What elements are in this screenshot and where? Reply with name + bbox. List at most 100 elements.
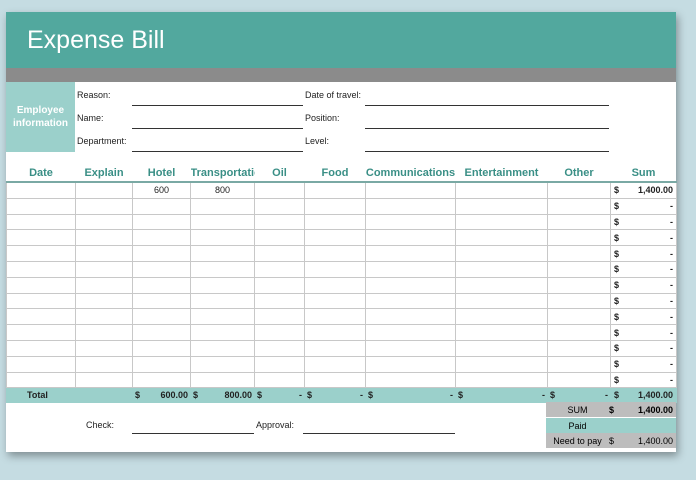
table-cell[interactable] [75,245,133,262]
table-cell[interactable] [254,260,305,278]
check-field[interactable] [132,433,254,434]
table-cell[interactable] [547,355,611,373]
table-cell[interactable] [455,260,548,278]
table-cell[interactable] [132,339,191,357]
table-cell[interactable] [365,229,456,247]
table-cell[interactable] [547,308,611,326]
table-cell[interactable] [132,276,191,294]
table-cell[interactable] [6,292,76,310]
table-cell[interactable] [304,308,366,326]
table-cell[interactable] [254,324,305,341]
table-cell[interactable] [6,229,76,247]
department-field[interactable] [132,151,303,152]
table-cell[interactable] [455,229,548,247]
table-cell[interactable] [365,245,456,262]
table-cell[interactable] [75,292,133,310]
table-cell[interactable] [190,371,255,389]
table-cell[interactable] [254,355,305,373]
table-cell[interactable] [304,339,366,357]
table-cell[interactable] [304,229,366,247]
table-cell[interactable] [304,355,366,373]
table-cell[interactable] [132,197,191,215]
table-cell[interactable] [304,324,366,341]
table-cell[interactable] [365,339,456,357]
table-cell[interactable] [75,308,133,326]
table-cell[interactable] [455,245,548,262]
table-cell[interactable] [190,197,255,215]
table-cell[interactable] [132,355,191,373]
table-cell[interactable] [304,276,366,294]
table-cell[interactable] [190,355,255,373]
table-cell[interactable] [75,324,133,341]
table-cell[interactable] [254,308,305,326]
table-cell[interactable] [132,213,191,231]
table-cell[interactable] [190,339,255,357]
table-cell[interactable] [455,355,548,373]
table-cell[interactable] [75,229,133,247]
position-field[interactable] [365,128,609,129]
table-cell[interactable] [75,197,133,215]
table-cell[interactable] [190,213,255,231]
table-cell[interactable] [254,197,305,215]
table-cell[interactable] [132,371,191,389]
table-cell[interactable] [132,245,191,262]
table-cell[interactable] [547,276,611,294]
table-cell[interactable] [6,308,76,326]
table-cell[interactable] [254,213,305,231]
table-cell[interactable] [365,213,456,231]
table-cell[interactable] [547,260,611,278]
table-cell[interactable] [455,371,548,389]
table-cell[interactable] [304,260,366,278]
table-cell[interactable] [254,339,305,357]
table-cell[interactable] [455,197,548,215]
table-cell[interactable] [365,197,456,215]
table-cell[interactable] [304,181,366,199]
table-cell[interactable] [6,371,76,389]
table-cell[interactable] [254,181,305,199]
table-cell[interactable] [75,371,133,389]
table-cell[interactable] [455,324,548,341]
table-cell[interactable] [547,339,611,357]
table-cell[interactable] [304,197,366,215]
table-cell[interactable] [365,355,456,373]
table-cell[interactable] [75,276,133,294]
table-cell[interactable] [190,292,255,310]
table-cell[interactable] [190,245,255,262]
table-cell[interactable] [304,292,366,310]
table-cell[interactable] [6,181,76,199]
paid-row[interactable]: Paid [546,418,676,433]
table-cell[interactable] [455,276,548,294]
table-cell[interactable] [75,260,133,278]
table-cell[interactable] [547,229,611,247]
table-cell[interactable] [304,245,366,262]
name-field[interactable] [132,128,303,129]
table-cell[interactable] [6,213,76,231]
table-cell[interactable] [304,213,366,231]
table-cell[interactable] [304,371,366,389]
table-cell[interactable] [254,245,305,262]
table-cell[interactable] [455,292,548,310]
table-cell[interactable] [365,292,456,310]
table-cell[interactable] [254,276,305,294]
table-cell[interactable] [6,355,76,373]
table-cell[interactable] [190,324,255,341]
table-cell[interactable] [132,324,191,341]
table-cell[interactable] [547,181,611,199]
table-cell[interactable] [547,324,611,341]
table-cell[interactable] [365,276,456,294]
table-cell[interactable]: 800 [190,181,255,199]
table-cell[interactable] [547,245,611,262]
table-cell[interactable] [547,213,611,231]
table-cell[interactable] [132,308,191,326]
table-cell[interactable] [365,308,456,326]
table-cell[interactable] [75,355,133,373]
table-cell[interactable] [455,339,548,357]
table-cell[interactable] [6,276,76,294]
table-cell[interactable] [547,292,611,310]
table-cell[interactable] [365,371,456,389]
table-cell[interactable] [190,276,255,294]
table-cell[interactable] [190,308,255,326]
table-cell[interactable] [455,181,548,199]
table-cell[interactable] [547,197,611,215]
table-cell[interactable] [6,339,76,357]
